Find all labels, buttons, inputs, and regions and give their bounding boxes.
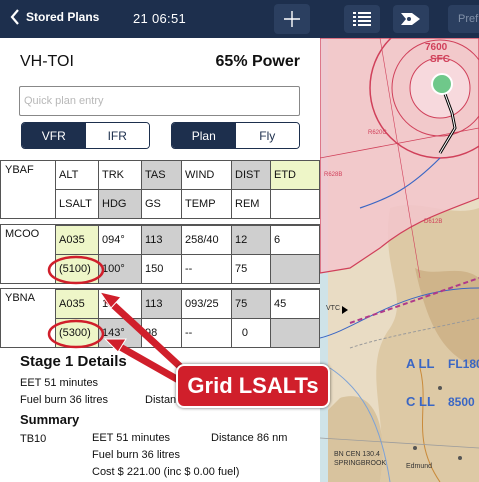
header-gs: GS	[141, 189, 182, 219]
summary-eet: EET 51 minutes	[92, 432, 171, 444]
leg2-etd: 45	[270, 289, 320, 319]
route-arrow-icon	[401, 13, 420, 25]
map-label-r628b: R628B	[324, 172, 342, 178]
map-label-fl180: FL180	[448, 357, 479, 371]
summary-distance: Distance 86 nm	[211, 432, 288, 444]
leg2-dist: 75	[231, 289, 271, 319]
flight-plan-panel: Stored Plans 21 06:51 VH-TOI 65% Power V…	[0, 0, 320, 482]
leg2-hdg: 143°	[98, 318, 142, 348]
stage-fuel: Fuel burn 36 litres	[20, 394, 109, 406]
power-setting[interactable]: 65% Power	[216, 53, 300, 71]
header-trk: TRK	[98, 160, 142, 190]
stage-distance: Distan	[145, 394, 177, 406]
leg1-etd: 6	[270, 225, 320, 255]
map-label-edmund: Edmund	[406, 463, 432, 470]
summary-cost: Cost $ 221.00 (inc $ 0.00 fuel)	[92, 466, 240, 478]
leg1-empty-cell	[270, 254, 320, 284]
grid-lsalts-callout: Grid LSALTs	[176, 364, 330, 408]
add-plan-button[interactable]	[274, 4, 310, 34]
back-button-label: Stored Plans	[26, 10, 100, 24]
map-label-7600: 7600	[425, 42, 448, 53]
leg1-rem: 75	[231, 254, 271, 284]
flight-rules-toggle: VFR IFR	[21, 122, 150, 149]
leg2-gs: 98	[141, 318, 182, 348]
leg1-alt[interactable]: A035	[55, 225, 99, 255]
leg1-hdg: 100°	[98, 254, 142, 284]
leg2-alt[interactable]: A035	[55, 289, 99, 319]
header-lsalt: LSALT	[55, 189, 99, 219]
quick-plan-input[interactable]	[19, 86, 300, 116]
leg1-dist: 12	[231, 225, 271, 255]
fly-segment[interactable]: Fly	[235, 123, 299, 148]
header-temp: TEMP	[181, 189, 232, 219]
leg2-tas[interactable]: 113	[141, 289, 182, 319]
map-label-d612b: D612B	[424, 219, 442, 225]
summary-fuel: Fuel burn 36 litres	[92, 449, 181, 461]
list-icon	[353, 12, 371, 26]
leg1-temp[interactable]: --	[181, 254, 232, 284]
leg2-wind[interactable]: 093/25	[181, 289, 232, 319]
leg2-waypoint[interactable]: YBNA	[2, 289, 38, 307]
leg2-temp[interactable]: --	[181, 318, 232, 348]
stage-title: Stage 1 Details	[20, 353, 127, 370]
map-label-sfc: SFC	[430, 54, 450, 65]
leg1-lsalt: (5100)	[55, 254, 99, 284]
map-label-springbrook: SPRINGBROOK	[334, 460, 386, 467]
header-hdg: HDG	[98, 189, 142, 219]
vfr-segment[interactable]: VFR	[22, 123, 86, 148]
map-label-8500: 8500	[448, 395, 475, 409]
header-alt: ALT	[55, 160, 99, 190]
leg2-empty-cell	[270, 318, 320, 348]
plan-segment[interactable]: Plan	[172, 123, 236, 148]
leg2-rem: 0	[231, 318, 271, 348]
route-button[interactable]	[393, 5, 429, 33]
header-etd: ETD	[270, 160, 320, 190]
header-tas: TAS	[141, 160, 182, 190]
map-label-r620c: R620C	[368, 130, 387, 136]
leg2-trk: 15	[98, 289, 142, 319]
back-button[interactable]: Stored Plans	[10, 9, 99, 25]
plus-icon	[284, 11, 300, 27]
aeronautical-chart[interactable]: 7600 SFC R628B R620C D612B A LL FL180 C …	[320, 38, 479, 482]
map-label-vtc: VTC	[326, 305, 340, 312]
leg2-lsalt: (5300)	[55, 318, 99, 348]
plan-fly-toggle: Plan Fly	[171, 122, 300, 149]
top-navigation-bar: Stored Plans 21 06:51	[0, 0, 320, 38]
leg1-tas[interactable]: 113	[141, 225, 182, 255]
leg1-wind[interactable]: 258/40	[181, 225, 232, 255]
header-wind: WIND	[181, 160, 232, 190]
clock: 21 06:51	[133, 11, 187, 26]
aircraft-position-marker[interactable]	[431, 73, 453, 95]
leg1-waypoint[interactable]: MCOO	[2, 225, 42, 243]
prefs-button[interactable]: Pref	[448, 5, 479, 33]
map-label-c-ll: C LL	[406, 394, 435, 409]
map-label-bn-cen: BN CEN 130.4	[334, 451, 380, 458]
header-rem: REM	[231, 189, 271, 219]
chevron-left-icon	[10, 9, 19, 25]
origin-waypoint: YBAF	[5, 164, 34, 176]
summary-aircraft: TB10	[20, 433, 47, 445]
map-toolbar: Pref	[320, 0, 479, 38]
map-label-a-ll: A LL	[406, 356, 434, 371]
header-dist: DIST	[231, 160, 271, 190]
map-panel[interactable]: Pref 7600 SFC R628B R620C D612B A LL FL1…	[320, 0, 479, 482]
summary-title: Summary	[20, 412, 80, 427]
stage-eet: EET 51 minutes	[20, 377, 99, 389]
leg1-gs: 150	[141, 254, 182, 284]
leg1-trk: 094°	[98, 225, 142, 255]
list-button[interactable]	[344, 5, 380, 33]
aircraft-registration: VH-TOI	[20, 53, 74, 70]
ifr-segment[interactable]: IFR	[85, 123, 149, 148]
